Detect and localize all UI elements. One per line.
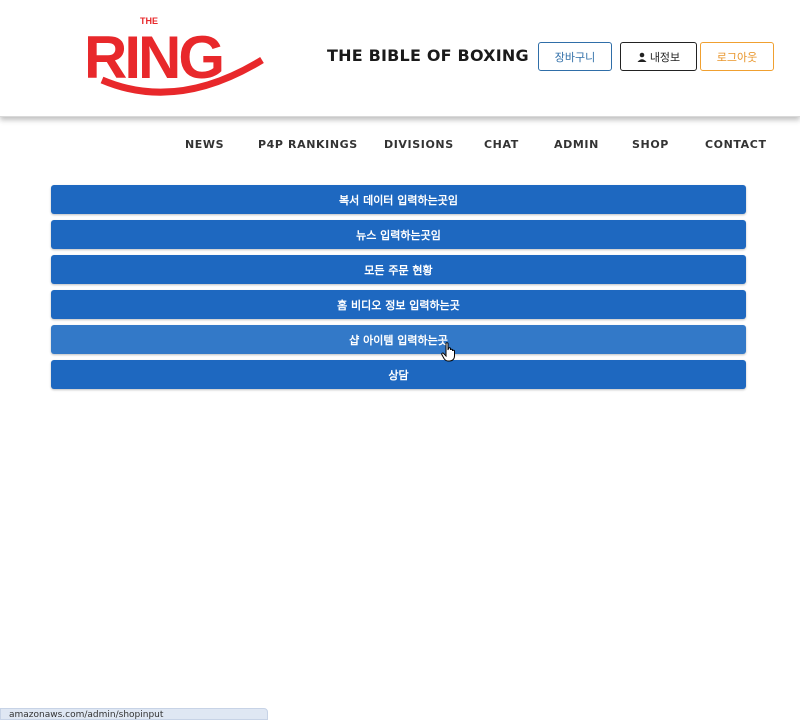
status-bar-url: amazonaws.com/admin/shopinput: [0, 708, 268, 720]
all-orders-button[interactable]: 모든 주문 현황: [51, 255, 746, 284]
the-ring-logo[interactable]: THE RING: [82, 14, 268, 100]
my-info-button[interactable]: 내정보: [620, 42, 697, 71]
hand-pointer-icon: [441, 342, 455, 362]
logout-button-label: 로그아웃: [716, 50, 758, 64]
nav-item-admin[interactable]: ADMIN: [554, 138, 599, 151]
nav-item-contact[interactable]: CONTACT: [705, 138, 767, 151]
nav-item-p4p-rankings[interactable]: P4P RANKINGS: [258, 138, 358, 151]
main-nav: NEWS P4P RANKINGS DIVISIONS CHAT ADMIN S…: [0, 138, 800, 154]
cart-button[interactable]: 장바구니: [538, 42, 612, 71]
consultation-button[interactable]: 상담: [51, 360, 746, 389]
home-video-input-button[interactable]: 홈 비디오 정보 입력하는곳: [51, 290, 746, 319]
nav-item-shop[interactable]: SHOP: [632, 138, 669, 151]
nav-item-news[interactable]: NEWS: [185, 138, 224, 151]
shop-item-input-button[interactable]: 샵 아이템 입력하는곳: [51, 325, 746, 354]
site-header: THE RING THE BIBLE OF BOXING 장바구니 내정보 로그…: [0, 0, 800, 117]
site-tagline: THE BIBLE OF BOXING: [327, 46, 529, 65]
cart-button-label: 장바구니: [554, 50, 596, 64]
my-info-button-label: 내정보: [649, 50, 681, 64]
admin-menu: 복서 데이터 입력하는곳임 뉴스 입력하는곳임 모든 주문 현황 홈 비디오 정…: [51, 185, 746, 395]
nav-item-chat[interactable]: CHAT: [484, 138, 519, 151]
person-icon: [637, 52, 647, 62]
logout-button[interactable]: 로그아웃: [700, 42, 774, 71]
boxer-data-input-button[interactable]: 복서 데이터 입력하는곳임: [51, 185, 746, 214]
page: THE RING THE BIBLE OF BOXING 장바구니 내정보 로그…: [0, 0, 800, 720]
news-input-button[interactable]: 뉴스 입력하는곳임: [51, 220, 746, 249]
nav-item-divisions[interactable]: DIVISIONS: [384, 138, 454, 151]
